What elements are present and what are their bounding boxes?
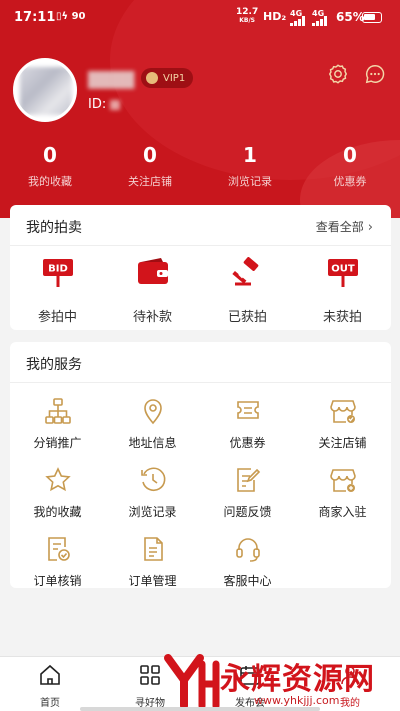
stat-favorites[interactable]: 0 我的收藏 xyxy=(0,142,100,194)
chevron-right-icon: › xyxy=(367,220,373,235)
stat-label: 关注店铺 xyxy=(128,175,172,188)
watermark-brand: 永辉资源网 xyxy=(220,662,375,697)
gesture-bar xyxy=(80,707,320,711)
bid-sign-icon: BID xyxy=(42,259,73,287)
hd-indicator: HD₂ xyxy=(263,10,287,23)
section-title: 我的拍卖 xyxy=(26,220,82,236)
user-id: ID: xyxy=(88,97,121,112)
vip-badge[interactable]: VIP1 xyxy=(141,68,194,88)
stat-value: 0 xyxy=(43,143,57,167)
service-label: 我的收藏 xyxy=(33,505,82,519)
star-icon xyxy=(44,467,71,492)
gavel-check-icon xyxy=(231,257,258,286)
signal-bars-icon xyxy=(312,16,327,26)
status-left-icons: ▯ϟ 90 xyxy=(56,11,86,22)
avatar[interactable] xyxy=(13,58,77,122)
auction-bidding[interactable]: BID 参拍中 xyxy=(10,257,105,325)
auction-won[interactable]: 已获拍 xyxy=(200,257,295,325)
stat-value: 0 xyxy=(143,143,157,167)
stat-value: 1 xyxy=(243,143,257,167)
service-order-verify[interactable]: 订单核销 xyxy=(10,535,105,589)
watermark-url: www.yhkjjj.com xyxy=(254,694,340,707)
order-verify-icon xyxy=(47,537,70,561)
tab-label: 首页 xyxy=(40,698,60,709)
service-address[interactable]: 地址信息 xyxy=(105,397,200,451)
wallet-icon xyxy=(137,258,168,284)
service-customer-center[interactable]: 客服中心 xyxy=(200,535,295,589)
stat-history[interactable]: 1 浏览记录 xyxy=(200,142,300,194)
history-icon xyxy=(140,467,165,491)
item-label: 待补款 xyxy=(132,310,172,325)
service-label: 分销推广 xyxy=(33,436,82,450)
service-order-manage[interactable]: 订单管理 xyxy=(105,535,200,589)
service-coupons[interactable]: 优惠券 xyxy=(200,397,295,451)
status-bar: 17:11 ▯ϟ 90 12.7 KB/S HD₂ 4G 4G 65% xyxy=(0,0,400,36)
divider xyxy=(10,245,391,246)
service-label: 问题反馈 xyxy=(223,505,272,519)
stat-label: 浏览记录 xyxy=(228,175,272,188)
service-feedback[interactable]: 问题反馈 xyxy=(200,466,295,520)
battery-percent: 65% xyxy=(336,10,365,24)
service-favorites[interactable]: 我的收藏 xyxy=(10,466,105,520)
out-sign-icon: OUT xyxy=(327,259,358,287)
status-time: 17:11 xyxy=(14,10,56,25)
watermark-logo-icon xyxy=(164,654,220,710)
service-merchant-join[interactable]: 商家入驻 xyxy=(295,466,390,520)
settings-gear-icon[interactable] xyxy=(327,63,349,85)
service-label: 订单核销 xyxy=(33,574,82,588)
stat-label: 我的收藏 xyxy=(28,175,72,188)
my-services-card: 我的服务 分销推广 地址信息 优惠券 关注店铺 我的收藏 浏览记录 问题反馈 商… xyxy=(10,342,391,588)
service-label: 优惠券 xyxy=(229,436,266,450)
vip-label: VIP1 xyxy=(163,72,186,84)
store-follow-icon xyxy=(329,400,356,423)
service-label: 客服中心 xyxy=(223,574,272,588)
watermark: 永辉资源网 www.yhkjjj.com xyxy=(162,650,400,711)
profile-header: 17:11 ▯ϟ 90 12.7 KB/S HD₂ 4G 4G 65% ████… xyxy=(0,0,400,218)
divider xyxy=(10,382,391,383)
service-label: 商家入驻 xyxy=(318,505,367,519)
service-label: 浏览记录 xyxy=(128,505,177,519)
signal-bars-icon xyxy=(290,16,305,26)
network-speed-value: 12.7 xyxy=(236,7,259,17)
coupon-icon xyxy=(236,401,259,419)
message-more-icon[interactable] xyxy=(364,63,386,85)
stat-label: 优惠券 xyxy=(333,175,367,188)
network-speed: 12.7 KB/S xyxy=(236,8,258,25)
item-label: 参拍中 xyxy=(37,310,77,325)
service-label: 关注店铺 xyxy=(318,436,367,450)
tab-home[interactable]: 首页 xyxy=(15,663,85,709)
battery-icon xyxy=(362,12,382,23)
headset-icon xyxy=(235,538,260,562)
order-list-icon xyxy=(143,537,163,561)
auction-lost[interactable]: OUT 未获拍 xyxy=(295,257,390,325)
svg-text:OUT: OUT xyxy=(331,264,355,275)
stats-row: 0 我的收藏 0 关注店铺 1 浏览记录 0 优惠券 xyxy=(0,142,400,194)
store-add-icon xyxy=(329,469,356,492)
my-auction-card: 我的拍卖 查看全部 › BID 参拍中 待补款 已获拍 OUT 未获拍 xyxy=(10,205,391,330)
org-chart-icon xyxy=(44,398,71,424)
svg-text:BID: BID xyxy=(48,264,68,275)
network-speed-unit: KB/S xyxy=(239,17,255,24)
feedback-edit-icon xyxy=(236,468,260,492)
service-history[interactable]: 浏览记录 xyxy=(105,466,200,520)
section-title: 我的服务 xyxy=(26,357,82,373)
stat-coupons[interactable]: 0 优惠券 xyxy=(300,142,400,194)
service-label: 订单管理 xyxy=(128,574,177,588)
item-label: 已获拍 xyxy=(227,310,267,325)
stat-followed-shops[interactable]: 0 关注店铺 xyxy=(100,142,200,194)
location-pin-icon xyxy=(143,399,162,425)
service-distribution[interactable]: 分销推广 xyxy=(10,397,105,451)
view-all-link[interactable]: 查看全部 › xyxy=(316,218,373,235)
medal-icon xyxy=(146,72,158,84)
grid-icon xyxy=(140,665,160,685)
item-label: 未获拍 xyxy=(322,310,362,325)
user-name: ████ xyxy=(88,71,135,89)
service-label: 地址信息 xyxy=(128,436,177,450)
home-icon xyxy=(40,664,60,685)
stat-value: 0 xyxy=(343,143,357,167)
auction-pending-payment[interactable]: 待补款 xyxy=(105,257,200,325)
service-followed-shops[interactable]: 关注店铺 xyxy=(295,397,390,451)
